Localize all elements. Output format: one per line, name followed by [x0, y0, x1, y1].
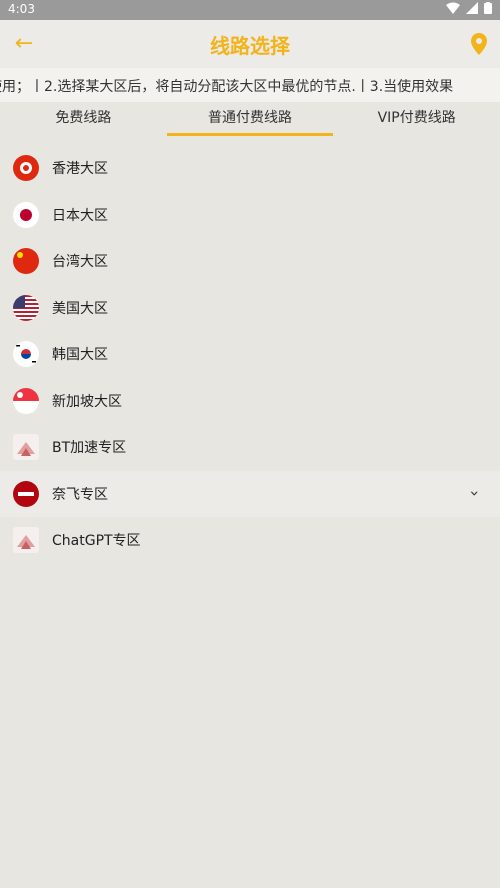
- wifi-icon: [446, 2, 460, 14]
- region-label: ChatGPT专区: [52, 533, 141, 550]
- notice-marquee: 使用；丨2.选择某大区后，将自动分配该大区中最优的节点.丨3.当使用效果: [0, 68, 500, 102]
- chevron-down-icon[interactable]: ›: [465, 491, 484, 497]
- tab-normal-paid[interactable]: 普通付费线路: [166, 102, 334, 136]
- region-label: 新加坡大区: [52, 393, 122, 410]
- region-item-taiwan[interactable]: 台湾大区: [0, 238, 500, 285]
- region-item-japan[interactable]: 日本大区: [0, 192, 500, 239]
- region-label: 台湾大区: [52, 254, 108, 271]
- region-item-bt[interactable]: BT加速专区: [0, 424, 500, 471]
- tab-free[interactable]: 免费线路: [0, 102, 167, 136]
- route-tabs: 免费线路 普通付费线路 VIP付费线路: [0, 102, 500, 136]
- hong-kong-flag-icon: [13, 155, 39, 182]
- region-list: 香港大区 日本大区 台湾大区 美国大区 韩国大区 新加坡大区 BT加速专区 奈飞…: [0, 145, 500, 564]
- location-pin-icon[interactable]: [468, 32, 490, 56]
- singapore-flag-icon: [13, 387, 39, 414]
- app-bar: ← 线路选择: [0, 20, 500, 68]
- notice-text: 使用；丨2.选择某大区后，将自动分配该大区中最优的节点.丨3.当使用效果: [0, 79, 454, 95]
- usa-flag-icon: [13, 294, 39, 321]
- taiwan-flag-icon: [13, 248, 39, 275]
- page-title: 线路选择: [210, 34, 290, 58]
- status-bar: 4:03: [0, 0, 500, 20]
- korea-flag-icon: [13, 341, 39, 368]
- chatgpt-icon: [13, 527, 39, 554]
- battery-icon: [484, 2, 492, 14]
- region-item-chatgpt[interactable]: ChatGPT专区: [0, 517, 500, 564]
- region-label: 奈飞专区: [52, 486, 108, 503]
- region-item-netflix[interactable]: 奈飞专区 ›: [0, 470, 500, 517]
- region-item-singapore[interactable]: 新加坡大区: [0, 378, 500, 425]
- status-icons: [446, 2, 492, 14]
- bt-icon: [13, 434, 39, 461]
- netflix-icon: [13, 480, 39, 507]
- japan-flag-icon: [13, 201, 39, 228]
- region-item-usa[interactable]: 美国大区: [0, 285, 500, 332]
- region-label: 韩国大区: [52, 347, 108, 364]
- region-label: BT加速专区: [52, 440, 127, 457]
- tab-vip-paid[interactable]: VIP付费线路: [333, 102, 500, 136]
- region-item-hong-kong[interactable]: 香港大区: [0, 145, 500, 192]
- region-label: 美国大区: [52, 300, 108, 317]
- region-item-korea[interactable]: 韩国大区: [0, 331, 500, 378]
- status-time: 4:03: [8, 2, 35, 16]
- region-label: 日本大区: [52, 207, 108, 224]
- region-label: 香港大区: [52, 161, 108, 178]
- signal-icon: [466, 2, 478, 14]
